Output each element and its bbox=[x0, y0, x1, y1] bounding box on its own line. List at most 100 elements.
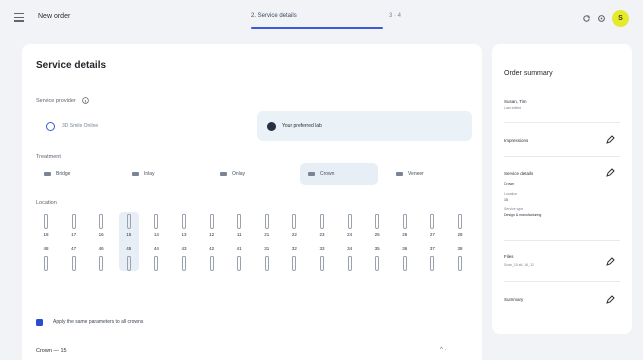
tooth-number-upper: 28 bbox=[457, 232, 463, 237]
tooth-number-lower: 47 bbox=[71, 246, 77, 251]
patient-block: Susan, Tim Last edited bbox=[504, 99, 527, 110]
tooth-upper-icon bbox=[44, 214, 48, 229]
tooth-column[interactable]: 13 43 bbox=[174, 212, 194, 271]
checkbox-checked-icon[interactable] bbox=[36, 318, 43, 326]
tooth-number-lower: 36 bbox=[402, 246, 408, 251]
stepper-current[interactable]: 2. Service details bbox=[251, 13, 297, 19]
service-details-panel: Service details Service provider 3D Smil… bbox=[22, 44, 482, 360]
tooth-column[interactable]: 16 46 bbox=[91, 212, 111, 271]
summary-title: Order summary bbox=[504, 70, 553, 77]
tooth-upper-icon bbox=[99, 214, 104, 229]
provider-option-label: Your preferred lab bbox=[282, 123, 322, 129]
tooth-number-lower: 46 bbox=[98, 246, 104, 251]
tooth-column[interactable]: 17 47 bbox=[64, 212, 84, 271]
tooth-column[interactable]: 26 36 bbox=[395, 212, 415, 271]
tooth-number-lower: 45 bbox=[126, 246, 132, 251]
radio-icon bbox=[46, 121, 55, 131]
tooth-lower-icon bbox=[154, 256, 159, 271]
edit-impressions-icon[interactable] bbox=[605, 135, 615, 145]
tooth-column[interactable]: 21 31 bbox=[257, 212, 277, 271]
crown-section-header[interactable]: Crown — 15 bbox=[36, 348, 67, 354]
lab-logo-icon bbox=[267, 121, 276, 131]
section-controls[interactable]: ^ · bbox=[440, 347, 446, 353]
treatment-crown[interactable]: Crown bbox=[300, 163, 378, 185]
treatment-veneer[interactable]: Veneer bbox=[388, 163, 466, 185]
step-active-indicator bbox=[251, 27, 383, 29]
info-icon[interactable] bbox=[82, 97, 90, 104]
step-current-label: 2. Service details bbox=[251, 13, 297, 19]
patient-sub: Last edited bbox=[504, 106, 522, 110]
treatment-onlay[interactable]: Onlay bbox=[212, 163, 290, 185]
tooth-upper-icon bbox=[458, 214, 462, 229]
impressions-item: Impressions bbox=[504, 138, 528, 143]
tooth-number-upper: 27 bbox=[429, 232, 435, 237]
divider bbox=[504, 122, 620, 123]
treatment-label-text: Inlay bbox=[144, 171, 155, 177]
tooth-column[interactable]: 27 37 bbox=[422, 212, 442, 271]
treatment-bridge[interactable]: Bridge bbox=[36, 163, 114, 185]
order-summary-panel: Order summary Susan, Tim Last edited Imp… bbox=[492, 44, 632, 334]
refresh-icon[interactable] bbox=[582, 14, 591, 23]
tooth-number-upper: 24 bbox=[347, 232, 353, 237]
tooth-upper-icon bbox=[375, 214, 380, 229]
tooth-number-lower: 44 bbox=[153, 246, 159, 251]
settings-icon[interactable] bbox=[597, 14, 606, 23]
tooth-upper-icon bbox=[237, 214, 242, 229]
service-type-value: Design & manufacturing bbox=[504, 213, 542, 217]
summary-label: Summary bbox=[504, 297, 524, 302]
tooth-upper-icon bbox=[292, 214, 297, 229]
tooth-lower-icon bbox=[237, 256, 242, 271]
tooth-upper-icon bbox=[126, 214, 131, 229]
tooth-column[interactable]: 11 41 bbox=[229, 212, 249, 271]
tooth-column[interactable]: 24 34 bbox=[340, 212, 360, 271]
tooth-number-upper: 17 bbox=[71, 232, 77, 237]
tooth-number-upper: 13 bbox=[181, 232, 187, 237]
edit-files-icon[interactable] bbox=[605, 257, 615, 267]
service-provider-options: 3D Smile Online Your preferred lab bbox=[36, 111, 480, 141]
tooth-column[interactable]: 14 44 bbox=[146, 212, 166, 271]
tooth-upper-icon bbox=[154, 214, 159, 229]
apply-all-checkbox-row[interactable]: Apply the same parameters to all crowns bbox=[36, 318, 143, 326]
edit-summary-icon[interactable] bbox=[605, 295, 615, 305]
tooth-lower-icon bbox=[292, 256, 297, 271]
location-label: Location bbox=[36, 200, 57, 206]
menu-icon[interactable] bbox=[14, 13, 24, 23]
stepper-next[interactable]: 3 · 4 bbox=[389, 13, 401, 19]
provider-option-3d-smile[interactable]: 3D Smile Online bbox=[36, 111, 248, 141]
tooth-column[interactable]: 28 38 bbox=[450, 212, 470, 271]
tooth-column[interactable]: 23 33 bbox=[312, 212, 332, 271]
tooth-column[interactable]: 18 48 bbox=[36, 212, 56, 271]
tooth-number-lower: 34 bbox=[347, 246, 353, 251]
tooth-column[interactable]: 12 42 bbox=[202, 212, 222, 271]
tooth-number-lower: 42 bbox=[209, 246, 215, 251]
treatment-inlay[interactable]: Inlay bbox=[124, 163, 202, 185]
tooth-lower-icon bbox=[347, 256, 352, 271]
treatment-label: Treatment bbox=[36, 154, 61, 160]
tooth-number-lower: 35 bbox=[374, 246, 380, 251]
service-details-label: Service details bbox=[504, 171, 534, 176]
files-item: Files Scan_15.stl, 16_12 bbox=[504, 254, 534, 267]
avatar[interactable]: S bbox=[612, 9, 629, 27]
tooth-column[interactable]: 25 35 bbox=[367, 212, 387, 271]
checkbox-label: Apply the same parameters to all crowns bbox=[53, 319, 144, 325]
top-bar: New order 2. Service details 3 · 4 S bbox=[0, 0, 643, 38]
tooth-number-upper: 21 bbox=[264, 232, 270, 237]
tooth-lower-icon bbox=[264, 256, 269, 271]
treatment-label-text: Onlay bbox=[232, 171, 246, 177]
treatment-label-text: Crown bbox=[320, 171, 335, 177]
tooth-column[interactable]: 15 45 bbox=[118, 212, 139, 271]
service-treatment: Crown bbox=[504, 182, 515, 186]
files-label: Files bbox=[504, 254, 514, 259]
tooth-column[interactable]: 22 32 bbox=[284, 212, 304, 271]
section-title: Service details bbox=[36, 60, 107, 71]
page-title: New order bbox=[38, 13, 71, 20]
tooth-number-upper: 15 bbox=[126, 232, 132, 237]
provider-option-preferred-lab[interactable]: Your preferred lab bbox=[257, 111, 472, 141]
tooth-number-upper: 12 bbox=[209, 232, 215, 237]
tooth-lower-icon bbox=[182, 256, 186, 271]
tooth-lower-icon bbox=[71, 256, 76, 271]
tooth-upper-icon bbox=[320, 214, 324, 229]
tooth-lower-icon bbox=[458, 256, 462, 271]
edit-service-icon[interactable] bbox=[605, 168, 615, 178]
divider bbox=[504, 156, 620, 157]
